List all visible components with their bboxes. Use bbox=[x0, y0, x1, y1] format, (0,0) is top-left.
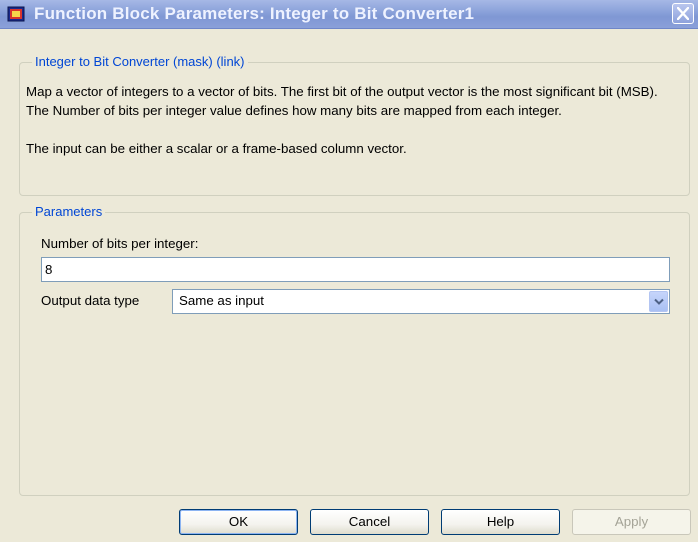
description-paragraph-2: The input can be either a scalar or a fr… bbox=[26, 141, 407, 156]
description-paragraph-1: Map a vector of integers to a vector of … bbox=[26, 84, 658, 118]
ok-button[interactable]: OK bbox=[179, 509, 298, 535]
bits-per-integer-input[interactable]: 8 bbox=[41, 257, 670, 282]
bits-per-integer-label: Number of bits per integer: bbox=[41, 236, 199, 251]
apply-button[interactable]: Apply bbox=[572, 509, 691, 535]
block-description: Map a vector of integers to a vector of … bbox=[26, 82, 666, 158]
close-icon bbox=[677, 7, 689, 20]
dropdown-button[interactable] bbox=[649, 291, 668, 312]
close-button[interactable] bbox=[672, 3, 694, 24]
output-data-type-value: Same as input bbox=[179, 293, 265, 308]
parameters-group-legend: Parameters bbox=[32, 204, 106, 219]
output-data-type-select[interactable]: Same as input bbox=[172, 289, 670, 314]
cancel-button[interactable]: Cancel bbox=[310, 509, 429, 535]
parameters-group: Parameters bbox=[19, 204, 690, 496]
description-group-legend: Integer to Bit Converter (mask) (link) bbox=[32, 54, 248, 69]
window-title: Function Block Parameters: Integer to Bi… bbox=[34, 4, 475, 23]
output-data-type-label: Output data type bbox=[41, 293, 140, 308]
chevron-down-icon bbox=[654, 298, 664, 305]
title-bar[interactable]: Function Block Parameters: Integer to Bi… bbox=[0, 0, 698, 29]
simulink-block-icon bbox=[7, 5, 25, 23]
help-button[interactable]: Help bbox=[441, 509, 560, 535]
